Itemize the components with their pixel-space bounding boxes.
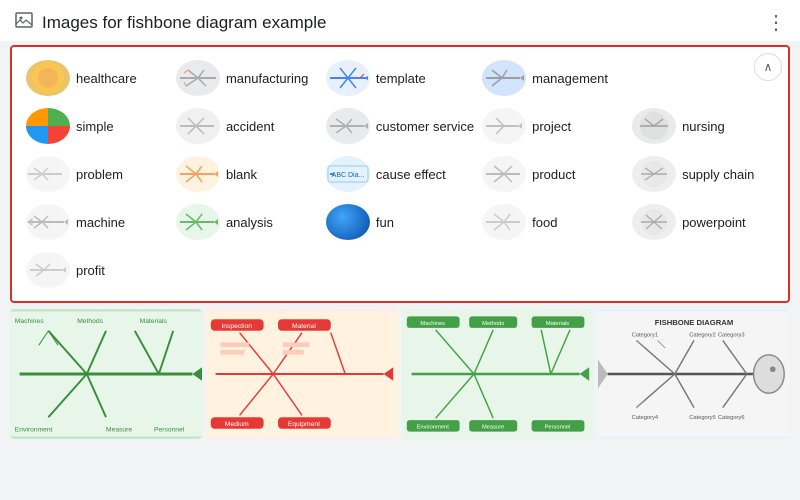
thumb-powerpoint xyxy=(632,204,676,240)
thumb-analysis xyxy=(176,204,220,240)
tag-grid: healthcare manufacturing xyxy=(22,55,778,293)
thumb-project xyxy=(482,108,526,144)
svg-text:Environment: Environment xyxy=(15,427,53,434)
tag-item-template[interactable]: template xyxy=(322,55,478,101)
bottom-image-strip: Machines Methods Materials Environment M… xyxy=(10,309,790,439)
tag-label-simple: simple xyxy=(76,119,114,134)
bottom-image-2[interactable]: Inspection Material Medium Equipment xyxy=(206,309,398,439)
tag-label-machine: machine xyxy=(76,215,125,230)
thumb-template xyxy=(326,60,370,96)
bottom-image-4[interactable]: FISHBONE DIAGRAM xyxy=(598,309,790,439)
thumb-simple xyxy=(26,108,70,144)
svg-text:Category6: Category6 xyxy=(718,415,745,421)
tag-item-problem[interactable]: problem xyxy=(22,151,172,197)
svg-text:Measure: Measure xyxy=(106,427,132,434)
thumb-food xyxy=(482,204,526,240)
thumb-supply-chain xyxy=(632,156,676,192)
tag-label-blank: blank xyxy=(226,167,257,182)
image-icon xyxy=(14,10,34,35)
tag-item-healthcare[interactable]: healthcare xyxy=(22,55,172,101)
svg-text:Category4: Category4 xyxy=(632,415,659,421)
svg-text:Machines: Machines xyxy=(15,318,44,325)
tag-label-healthcare: healthcare xyxy=(76,71,137,86)
tag-item-food[interactable]: food xyxy=(478,199,628,245)
tag-label-fun: fun xyxy=(376,215,394,230)
tag-item-fun[interactable]: fun xyxy=(322,199,478,245)
svg-text:Category2: Category2 xyxy=(689,333,716,339)
tag-label-problem: problem xyxy=(76,167,123,182)
tag-item-cause-effect[interactable]: ABC Dia... cause effect xyxy=(322,151,478,197)
tag-item-profit[interactable]: profit xyxy=(22,247,172,293)
thumb-management xyxy=(482,60,526,96)
thumb-blank xyxy=(176,156,220,192)
svg-text:Machines: Machines xyxy=(420,321,445,327)
svg-text:Materials: Materials xyxy=(546,321,569,327)
collapse-button[interactable]: ∧ xyxy=(754,53,782,81)
svg-text:Inspection: Inspection xyxy=(221,323,252,330)
svg-text:Medium: Medium xyxy=(225,421,249,428)
svg-text:Category1: Category1 xyxy=(632,333,659,339)
tag-label-management: management xyxy=(532,71,608,86)
more-options-button[interactable]: ⋮ xyxy=(766,10,786,35)
tag-item-analysis[interactable]: analysis xyxy=(172,199,322,245)
svg-text:Material: Material xyxy=(292,323,316,330)
thumb-cause-effect: ABC Dia... xyxy=(326,156,370,192)
tag-label-supply-chain: supply chain xyxy=(682,167,754,182)
thumb-machine xyxy=(26,204,70,240)
tag-item-project[interactable]: project xyxy=(478,103,628,149)
tag-label-powerpoint: powerpoint xyxy=(682,215,746,230)
tag-item-customer-service[interactable]: customer service xyxy=(322,103,478,149)
svg-text:Environment: Environment xyxy=(417,425,450,431)
tag-grid-container: ∧ healthcare xyxy=(10,45,790,303)
tag-item-product[interactable]: product xyxy=(478,151,628,197)
thumb-problem xyxy=(26,156,70,192)
tag-label-project: project xyxy=(532,119,571,134)
svg-text:Category5: Category5 xyxy=(689,415,716,421)
tag-label-analysis: analysis xyxy=(226,215,273,230)
tag-item-supply-chain[interactable]: supply chain xyxy=(628,151,778,197)
svg-text:Personnel: Personnel xyxy=(154,427,185,434)
thumb-profit xyxy=(26,252,70,288)
page-title: Images for fishbone diagram example xyxy=(42,13,758,33)
tag-label-cause-effect: cause effect xyxy=(376,167,446,182)
thumb-manufacturing xyxy=(176,60,220,96)
thumb-fun xyxy=(326,204,370,240)
tag-label-accident: accident xyxy=(226,119,274,134)
tag-label-food: food xyxy=(532,215,557,230)
tag-item-nursing[interactable]: nursing xyxy=(628,103,778,149)
tag-item-simple[interactable]: simple xyxy=(22,103,172,149)
tag-item-powerpoint[interactable]: powerpoint xyxy=(628,199,778,245)
tag-label-customer-service: customer service xyxy=(376,119,474,134)
bottom-image-3[interactable]: Machines Methods Materials Environment M… xyxy=(402,309,594,439)
svg-text:Equipment: Equipment xyxy=(288,421,320,428)
thumb-accident xyxy=(176,108,220,144)
svg-text:Category3: Category3 xyxy=(718,333,745,339)
svg-text:ABC Dia...: ABC Dia... xyxy=(332,172,365,179)
page-wrapper: Images for fishbone diagram example ⋮ ∧ … xyxy=(0,0,800,439)
header: Images for fishbone diagram example ⋮ xyxy=(0,0,800,41)
thumb-nursing xyxy=(632,108,676,144)
tag-item-blank[interactable]: blank xyxy=(172,151,322,197)
bottom-image-1[interactable]: Machines Methods Materials Environment M… xyxy=(10,309,202,439)
thumb-customer-service xyxy=(326,108,370,144)
tag-item-accident[interactable]: accident xyxy=(172,103,322,149)
svg-text:Materials: Materials xyxy=(140,318,168,325)
svg-text:Methods: Methods xyxy=(482,321,504,327)
thumb-product xyxy=(482,156,526,192)
tag-item-manufacturing[interactable]: manufacturing xyxy=(172,55,322,101)
svg-text:Methods: Methods xyxy=(77,318,103,325)
tag-label-profit: profit xyxy=(76,263,105,278)
tag-label-manufacturing: manufacturing xyxy=(226,71,308,86)
tag-item-machine[interactable]: machine xyxy=(22,199,172,245)
svg-text:Measure: Measure xyxy=(482,425,504,431)
tag-item-management[interactable]: management xyxy=(478,55,628,101)
tag-label-product: product xyxy=(532,167,575,182)
tag-label-template: template xyxy=(376,71,426,86)
svg-text:Personnel: Personnel xyxy=(545,425,571,431)
tag-label-nursing: nursing xyxy=(682,119,725,134)
thumb-healthcare xyxy=(26,60,70,96)
svg-text:FISHBONE DIAGRAM: FISHBONE DIAGRAM xyxy=(655,318,733,327)
